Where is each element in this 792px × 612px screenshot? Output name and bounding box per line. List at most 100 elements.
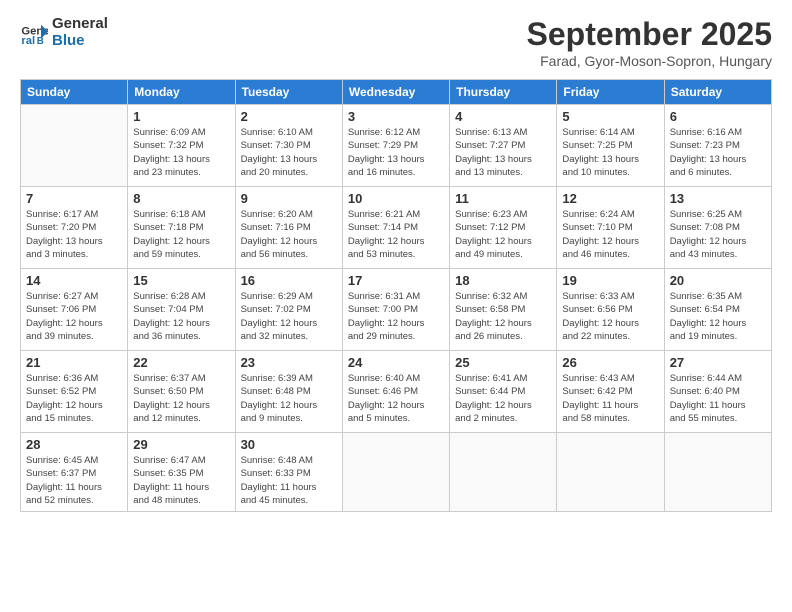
table-row: 25 Sunrise: 6:41 AM Sunset: 6:44 PM Dayli…	[450, 351, 557, 433]
table-row: 2 Sunrise: 6:10 AM Sunset: 7:30 PM Daylig…	[235, 105, 342, 187]
svg-text:B: B	[37, 36, 44, 47]
day-number: 5	[562, 109, 658, 124]
table-row: 20Sunrise: 6:35 AM Sunset: 6:54 PM Dayli…	[664, 269, 771, 351]
day-number: 14	[26, 273, 122, 288]
day-info: Sunrise: 6:32 AM Sunset: 6:58 PM Dayligh…	[455, 290, 551, 343]
day-info: Sunrise: 6:36 AM Sunset: 6:52 PM Dayligh…	[26, 372, 122, 425]
table-row: 3 Sunrise: 6:12 AM Sunset: 7:29 PM Daylig…	[342, 105, 449, 187]
table-row: 24 Sunrise: 6:40 AM Sunset: 6:46 PM Dayli…	[342, 351, 449, 433]
day-info: Sunrise: 6:12 AM Sunset: 7:29 PM Dayligh…	[348, 126, 444, 179]
day-info: Sunrise: 6:24 AM Sunset: 7:10 PM Dayligh…	[562, 208, 658, 261]
table-row: 6Sunrise: 6:16 AM Sunset: 7:23 PM Daylig…	[664, 105, 771, 187]
day-info: Sunrise: 6:16 AM Sunset: 7:23 PM Dayligh…	[670, 126, 766, 179]
logo: Gene ral B General Blue	[20, 16, 108, 49]
table-row: 16 Sunrise: 6:29 AM Sunset: 7:02 PM Dayli…	[235, 269, 342, 351]
table-row: 19Sunrise: 6:33 AM Sunset: 6:56 PM Dayli…	[557, 269, 664, 351]
day-info: Sunrise: 6:21 AM Sunset: 7:14 PM Dayligh…	[348, 208, 444, 261]
table-row: 21Sunrise: 6:36 AM Sunset: 6:52 PM Dayli…	[21, 351, 128, 433]
page: Gene ral B General Blue September 2025 F…	[0, 0, 792, 612]
day-info: Sunrise: 6:17 AM Sunset: 7:20 PM Dayligh…	[26, 208, 122, 261]
table-row: 23 Sunrise: 6:39 AM Sunset: 6:48 PM Dayli…	[235, 351, 342, 433]
day-info: Sunrise: 6:09 AM Sunset: 7:32 PM Dayligh…	[133, 126, 229, 179]
table-row: 26Sunrise: 6:43 AM Sunset: 6:42 PM Dayli…	[557, 351, 664, 433]
month-title: September 2025	[527, 16, 772, 53]
day-info: Sunrise: 6:35 AM Sunset: 6:54 PM Dayligh…	[670, 290, 766, 343]
day-number: 17	[348, 273, 444, 288]
day-info: Sunrise: 6:39 AM Sunset: 6:48 PM Dayligh…	[241, 372, 337, 425]
table-row: 5Sunrise: 6:14 AM Sunset: 7:25 PM Daylig…	[557, 105, 664, 187]
svg-text:ral: ral	[21, 35, 35, 47]
day-number: 9	[241, 191, 337, 206]
day-info: Sunrise: 6:29 AM Sunset: 7:02 PM Dayligh…	[241, 290, 337, 343]
day-info: Sunrise: 6:31 AM Sunset: 7:00 PM Dayligh…	[348, 290, 444, 343]
day-number: 7	[26, 191, 122, 206]
table-row	[21, 105, 128, 187]
day-info: Sunrise: 6:13 AM Sunset: 7:27 PM Dayligh…	[455, 126, 551, 179]
day-info: Sunrise: 6:10 AM Sunset: 7:30 PM Dayligh…	[241, 126, 337, 179]
day-info: Sunrise: 6:44 AM Sunset: 6:40 PM Dayligh…	[670, 372, 766, 425]
day-number: 8	[133, 191, 229, 206]
table-row: 28 Sunrise: 6:45 AM Sunset: 6:37 PM Dayli…	[21, 433, 128, 512]
day-info: Sunrise: 6:40 AM Sunset: 6:46 PM Dayligh…	[348, 372, 444, 425]
table-row	[664, 433, 771, 512]
table-row: 18 Sunrise: 6:32 AM Sunset: 6:58 PM Dayli…	[450, 269, 557, 351]
day-number: 15	[133, 273, 229, 288]
day-number: 16	[241, 273, 337, 288]
title-block: September 2025 Farad, Gyor-Moson-Sopron,…	[527, 16, 772, 69]
day-number: 2	[241, 109, 337, 124]
day-info: Sunrise: 6:18 AM Sunset: 7:18 PM Dayligh…	[133, 208, 229, 261]
day-number: 23	[241, 355, 337, 370]
day-info: Sunrise: 6:23 AM Sunset: 7:12 PM Dayligh…	[455, 208, 551, 261]
day-info: Sunrise: 6:41 AM Sunset: 6:44 PM Dayligh…	[455, 372, 551, 425]
day-info: Sunrise: 6:25 AM Sunset: 7:08 PM Dayligh…	[670, 208, 766, 261]
header-thursday: Thursday	[450, 80, 557, 105]
table-row: 13 Sunrise: 6:25 AM Sunset: 7:08 PM Dayli…	[664, 187, 771, 269]
subtitle: Farad, Gyor-Moson-Sopron, Hungary	[527, 53, 772, 69]
logo-icon: Gene ral B	[20, 19, 48, 47]
day-info: Sunrise: 6:45 AM Sunset: 6:37 PM Dayligh…	[26, 454, 122, 507]
header-friday: Friday	[557, 80, 664, 105]
day-number: 11	[455, 191, 551, 206]
day-number: 3	[348, 109, 444, 124]
table-row: 11 Sunrise: 6:23 AM Sunset: 7:12 PM Dayli…	[450, 187, 557, 269]
calendar: Sunday Monday Tuesday Wednesday Thursday…	[20, 79, 772, 512]
day-number: 4	[455, 109, 551, 124]
day-info: Sunrise: 6:28 AM Sunset: 7:04 PM Dayligh…	[133, 290, 229, 343]
day-number: 18	[455, 273, 551, 288]
day-number: 12	[562, 191, 658, 206]
table-row: 17 Sunrise: 6:31 AM Sunset: 7:00 PM Dayli…	[342, 269, 449, 351]
day-number: 24	[348, 355, 444, 370]
day-number: 13	[670, 191, 766, 206]
table-row: 14 Sunrise: 6:27 AM Sunset: 7:06 PM Dayli…	[21, 269, 128, 351]
day-info: Sunrise: 6:43 AM Sunset: 6:42 PM Dayligh…	[562, 372, 658, 425]
table-row: 12 Sunrise: 6:24 AM Sunset: 7:10 PM Dayli…	[557, 187, 664, 269]
table-row: 27 Sunrise: 6:44 AM Sunset: 6:40 PM Dayli…	[664, 351, 771, 433]
header-wednesday: Wednesday	[342, 80, 449, 105]
header-sunday: Sunday	[21, 80, 128, 105]
weekday-header-row: Sunday Monday Tuesday Wednesday Thursday…	[21, 80, 772, 105]
table-row: 4 Sunrise: 6:13 AM Sunset: 7:27 PM Daylig…	[450, 105, 557, 187]
header-tuesday: Tuesday	[235, 80, 342, 105]
table-row: 7 Sunrise: 6:17 AM Sunset: 7:20 PM Daylig…	[21, 187, 128, 269]
table-row: 10 Sunrise: 6:21 AM Sunset: 7:14 PM Dayli…	[342, 187, 449, 269]
day-number: 22	[133, 355, 229, 370]
day-info: Sunrise: 6:27 AM Sunset: 7:06 PM Dayligh…	[26, 290, 122, 343]
day-number: 29	[133, 437, 229, 452]
day-number: 30	[241, 437, 337, 452]
day-info: Sunrise: 6:47 AM Sunset: 6:35 PM Dayligh…	[133, 454, 229, 507]
day-number: 10	[348, 191, 444, 206]
logo-line1: General	[52, 16, 108, 33]
table-row: 9Sunrise: 6:20 AM Sunset: 7:16 PM Daylig…	[235, 187, 342, 269]
table-row: 29 Sunrise: 6:47 AM Sunset: 6:35 PM Dayli…	[128, 433, 235, 512]
header: Gene ral B General Blue September 2025 F…	[20, 16, 772, 69]
day-info: Sunrise: 6:48 AM Sunset: 6:33 PM Dayligh…	[241, 454, 337, 507]
table-row: 30 Sunrise: 6:48 AM Sunset: 6:33 PM Dayli…	[235, 433, 342, 512]
day-number: 25	[455, 355, 551, 370]
day-number: 1	[133, 109, 229, 124]
header-saturday: Saturday	[664, 80, 771, 105]
day-number: 28	[26, 437, 122, 452]
table-row: 8 Sunrise: 6:18 AM Sunset: 7:18 PM Daylig…	[128, 187, 235, 269]
day-number: 27	[670, 355, 766, 370]
table-row	[557, 433, 664, 512]
table-row: 1 Sunrise: 6:09 AM Sunset: 7:32 PM Daylig…	[128, 105, 235, 187]
